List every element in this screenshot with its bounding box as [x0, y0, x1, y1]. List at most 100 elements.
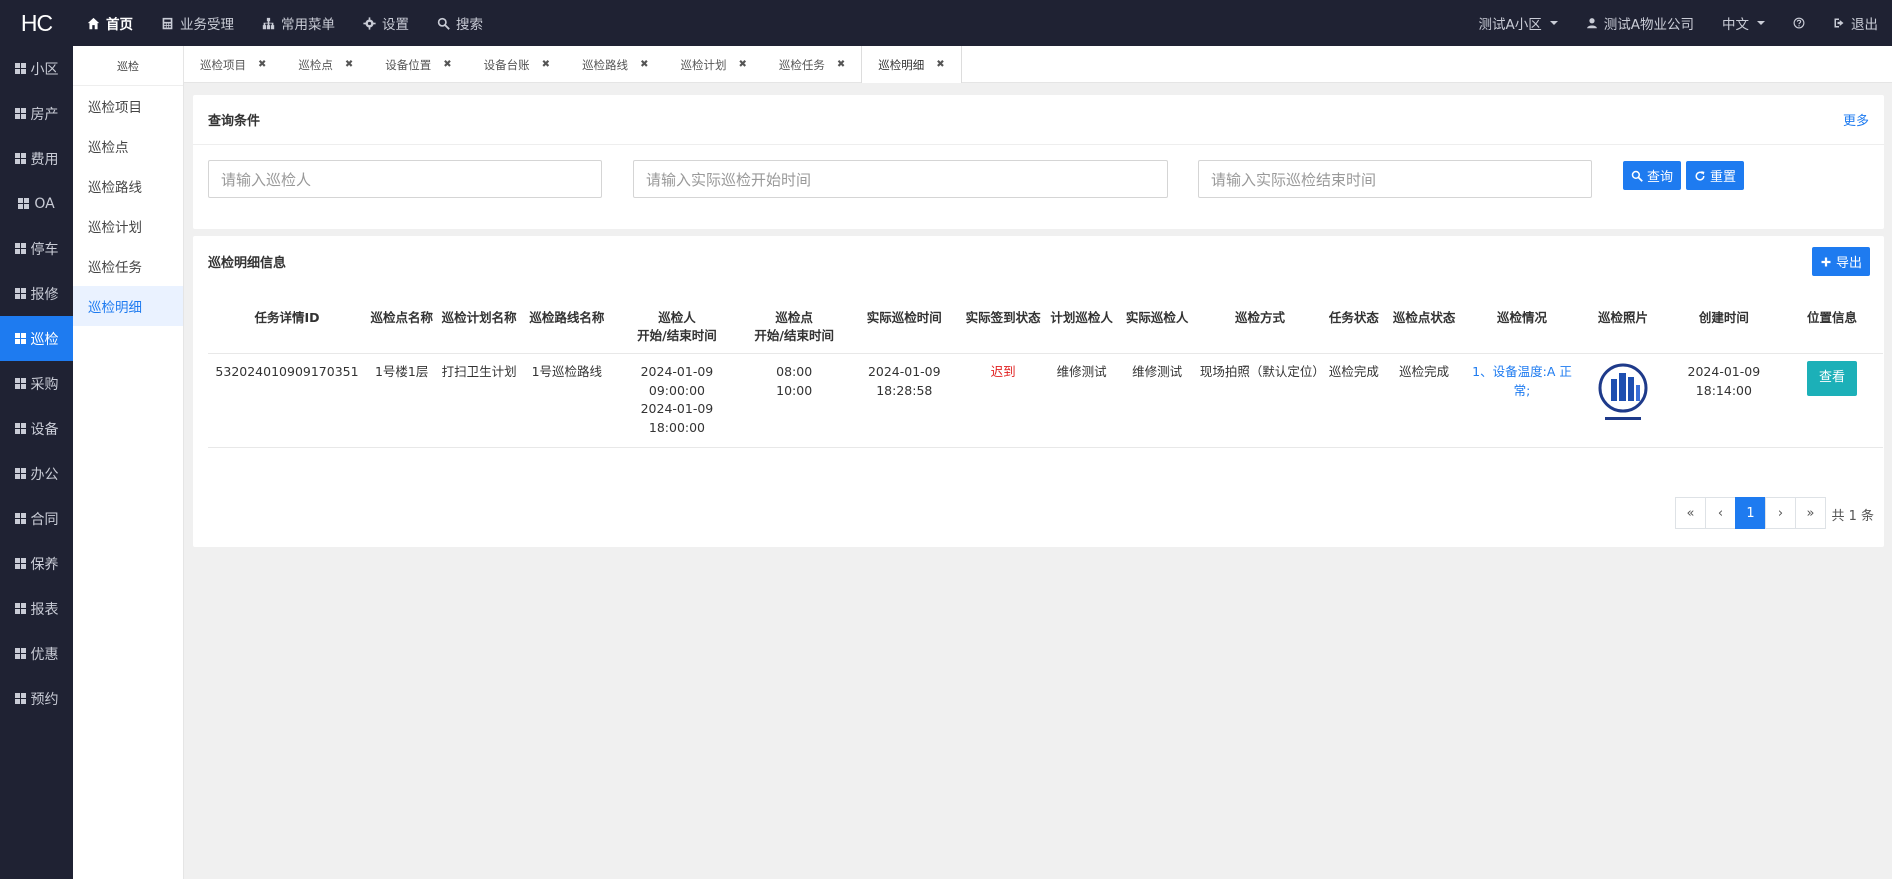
submenu-item[interactable]: 巡检计划: [73, 206, 183, 246]
column-header: 巡检点 开始/结束时间: [741, 301, 848, 354]
export-button[interactable]: 导出: [1811, 247, 1870, 276]
page-current-button[interactable]: 1: [1735, 497, 1766, 529]
column-header: 巡检照片: [1579, 301, 1667, 354]
main-sidebar: 小区 房产 费用 OA 停车 报修 巡检 采购设备办公合同 保养 报表 优惠预约: [0, 46, 73, 879]
tab[interactable]: 设备位置 ✖: [369, 46, 467, 83]
tab-label: 设备台账: [483, 57, 530, 72]
close-icon[interactable]: ✖: [345, 59, 353, 70]
tab[interactable]: 巡检点 ✖: [282, 46, 369, 83]
inspector-input[interactable]: 请输入巡检人: [208, 160, 602, 198]
community-dropdown[interactable]: 测试A小区: [1465, 13, 1572, 33]
close-icon[interactable]: ✖: [258, 59, 266, 70]
reset-button-label: 重置: [1710, 170, 1737, 185]
submenu-item[interactable]: 巡检明细: [73, 286, 183, 326]
cell-plan-name: 打扫卫生计划: [437, 353, 521, 448]
search-button[interactable]: 查询: [1623, 161, 1682, 190]
help-button[interactable]: [1779, 17, 1819, 29]
start-time-input[interactable]: 请输入实际巡检开始时间: [633, 160, 1168, 198]
tab[interactable]: 设备台账 ✖: [468, 46, 566, 83]
tab[interactable]: 巡检明细 ✖: [861, 46, 962, 83]
app-logo[interactable]: HC: [0, 10, 73, 37]
column-header: 实际巡检人: [1118, 301, 1196, 354]
sidebar-item[interactable]: 报表: [0, 586, 73, 631]
view-location-button[interactable]: 查看: [1806, 361, 1857, 396]
sub-menu: 巡检 巡检项目 巡检点 巡检路线 巡检计划 巡检任务 巡检明细: [73, 46, 184, 879]
column-header: 巡检方式: [1195, 301, 1325, 354]
page-prev-button[interactable]: ‹: [1705, 497, 1736, 529]
tab-label: 设备位置: [385, 57, 432, 72]
grid-icon: [14, 693, 26, 704]
nav-home-label: 首页: [106, 17, 133, 33]
sidebar-item[interactable]: 房产: [0, 91, 73, 136]
logout-button[interactable]: 退出: [1819, 13, 1892, 33]
sidebar-item[interactable]: 报修: [0, 271, 73, 316]
company-menu[interactable]: 测试A物业公司: [1572, 13, 1708, 33]
grid-icon: [14, 63, 26, 74]
detail-table: 任务详情ID 巡检点名称 巡检计划名称 巡检路线名称 巡检人 开始/结束时间 巡检点 开始…: [208, 301, 1883, 448]
submenu-item[interactable]: 巡检点: [73, 126, 183, 166]
grid-icon: [14, 243, 26, 254]
close-icon[interactable]: ✖: [640, 59, 648, 70]
logout-label: 退出: [1851, 17, 1878, 33]
column-header: 计划巡检人: [1044, 301, 1119, 354]
close-icon[interactable]: ✖: [738, 59, 746, 70]
end-time-input[interactable]: 请输入实际巡检结束时间: [1198, 160, 1592, 198]
nav-home[interactable]: 首页: [73, 0, 147, 46]
building-logo-image[interactable]: [1596, 363, 1650, 423]
sidebar-item[interactable]: 预约: [0, 676, 73, 721]
user-icon: [1586, 18, 1597, 29]
sidebar-item-label: 预约: [30, 691, 59, 708]
cell-id: 532024010909170351: [208, 353, 367, 448]
sidebar-item[interactable]: 停车: [0, 226, 73, 271]
language-dropdown[interactable]: 中文: [1708, 13, 1779, 33]
column-header: 任务状态: [1324, 301, 1384, 354]
submenu-item[interactable]: 巡检项目: [73, 86, 183, 126]
question-icon: [1793, 17, 1805, 29]
grid-icon: [14, 108, 26, 119]
close-icon[interactable]: ✖: [542, 59, 550, 70]
sidebar-item[interactable]: 办公: [0, 451, 73, 496]
sidebar-item[interactable]: OA: [0, 181, 73, 226]
sidebar-item[interactable]: 费用: [0, 136, 73, 181]
submenu-item[interactable]: 巡检路线: [73, 166, 183, 206]
nav-common-menu[interactable]: 常用菜单: [248, 0, 349, 46]
nav-business[interactable]: 业务受理: [147, 0, 248, 46]
sidebar-item[interactable]: 合同: [0, 496, 73, 541]
sidebar-item[interactable]: 设备: [0, 406, 73, 451]
submenu-item[interactable]: 巡检任务: [73, 246, 183, 286]
cell-route-name: 1号巡检路线: [520, 353, 613, 448]
close-icon[interactable]: ✖: [443, 59, 451, 70]
tab[interactable]: 巡检计划 ✖: [664, 46, 762, 83]
page-first-button[interactable]: «: [1675, 497, 1706, 529]
sidebar-item-label: 办公: [30, 466, 59, 483]
more-link[interactable]: 更多: [1843, 110, 1869, 129]
sidebar-item-label: 设备: [30, 421, 59, 438]
page-last-button[interactable]: »: [1795, 497, 1826, 529]
tab[interactable]: 巡检项目 ✖: [184, 46, 282, 83]
detail-panel: 巡检明细信息 导出 任务详情ID 巡检点名称 巡检计划名称 巡检路线名称 巡检人 开始/…: [193, 236, 1884, 547]
search-icon: [437, 17, 450, 30]
tab[interactable]: 巡检路线 ✖: [566, 46, 664, 83]
nav-settings[interactable]: 设置: [349, 0, 423, 46]
cell-point-time: 08:00 10:00: [741, 353, 848, 448]
nav-search[interactable]: 搜索: [423, 0, 497, 46]
sidebar-item[interactable]: 保养: [0, 541, 73, 586]
close-icon[interactable]: ✖: [936, 59, 944, 70]
sidebar-item[interactable]: 巡检: [0, 316, 73, 361]
grid-icon: [14, 378, 26, 389]
column-header: 巡检计划名称: [437, 301, 521, 354]
community-label: 测试A小区: [1478, 17, 1542, 33]
cell-situation[interactable]: 1、设备温度:A 正常;: [1464, 353, 1580, 448]
page-next-button[interactable]: ›: [1765, 497, 1796, 529]
reset-button[interactable]: 重置: [1686, 161, 1745, 190]
column-header: 巡检点状态: [1383, 301, 1465, 354]
cell-plan-inspector: 维修测试: [1044, 353, 1119, 448]
close-icon[interactable]: ✖: [837, 59, 845, 70]
cell-task-status: 巡检完成: [1324, 353, 1384, 448]
grid-icon: [14, 603, 26, 614]
cell-photo[interactable]: [1579, 353, 1667, 448]
tab[interactable]: 巡检任务 ✖: [763, 46, 861, 83]
sidebar-item[interactable]: 小区: [0, 46, 73, 91]
sidebar-item[interactable]: 优惠: [0, 631, 73, 676]
sidebar-item[interactable]: 采购: [0, 361, 73, 406]
